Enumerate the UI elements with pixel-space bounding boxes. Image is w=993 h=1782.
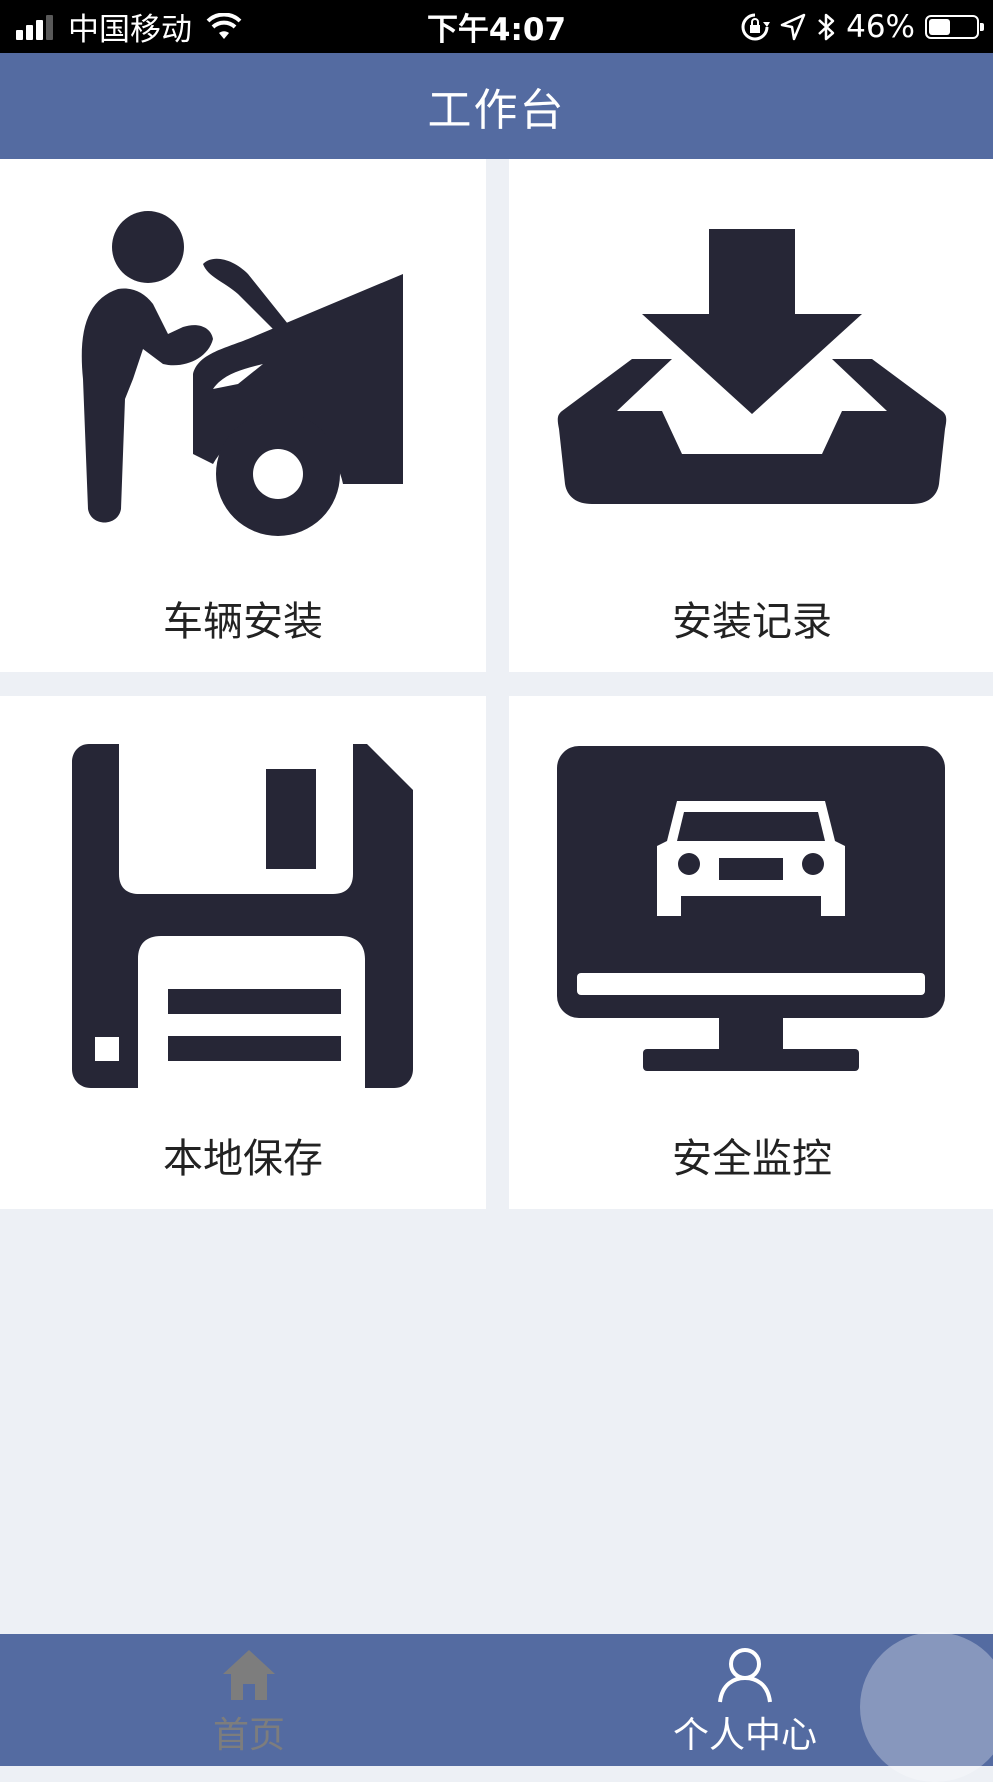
status-bar: 中国移动 下午4:07 46%: [0, 0, 993, 53]
home-icon: [223, 1650, 275, 1700]
status-right: 46%: [740, 0, 984, 53]
tab-home[interactable]: 首页: [124, 1634, 374, 1766]
tile-install-records[interactable]: 安装记录: [509, 159, 993, 672]
page-header: 工作台: [0, 53, 993, 159]
battery-tip: [980, 22, 984, 31]
orientation-lock-icon: [741, 13, 771, 40]
tile-icon-wrap: [0, 741, 486, 1091]
tab-label: 首页: [212, 1715, 285, 1756]
tile-local-save[interactable]: 本地保存: [0, 696, 486, 1209]
tile-label: 本地保存: [163, 1136, 323, 1182]
tab-profile[interactable]: 个人中心: [620, 1634, 870, 1766]
tile-icon-wrap: [509, 204, 993, 554]
bluetooth-icon: [818, 13, 835, 40]
tile-label: 车辆安装: [163, 599, 323, 645]
floppy-disk-icon: [71, 743, 413, 1088]
tile-label: 安全监控: [672, 1136, 832, 1182]
person-icon: [718, 1648, 772, 1703]
home-icon-wrap: [221, 1646, 277, 1704]
tile-label: 安装记录: [672, 599, 832, 645]
tab-label: 个人中心: [672, 1715, 817, 1756]
person-icon-wrap: [716, 1646, 774, 1704]
car-repair-icon: [81, 211, 403, 536]
battery-fill: [929, 18, 951, 35]
tile-icon-wrap: [509, 741, 993, 1091]
location-icon: [780, 13, 806, 40]
page-title: 工作台: [427, 85, 566, 136]
inbox-download-icon: [557, 229, 947, 504]
tab-bar: 首页 个人中心: [0, 1634, 993, 1766]
tile-security-monitor[interactable]: 安全监控: [509, 696, 993, 1209]
tile-icon-wrap: [0, 204, 486, 554]
battery-icon: [925, 14, 984, 39]
battery-percent: 46%: [846, 8, 915, 45]
monitor-car-icon: [557, 746, 945, 1071]
tile-vehicle-install[interactable]: 车辆安装: [0, 159, 486, 672]
